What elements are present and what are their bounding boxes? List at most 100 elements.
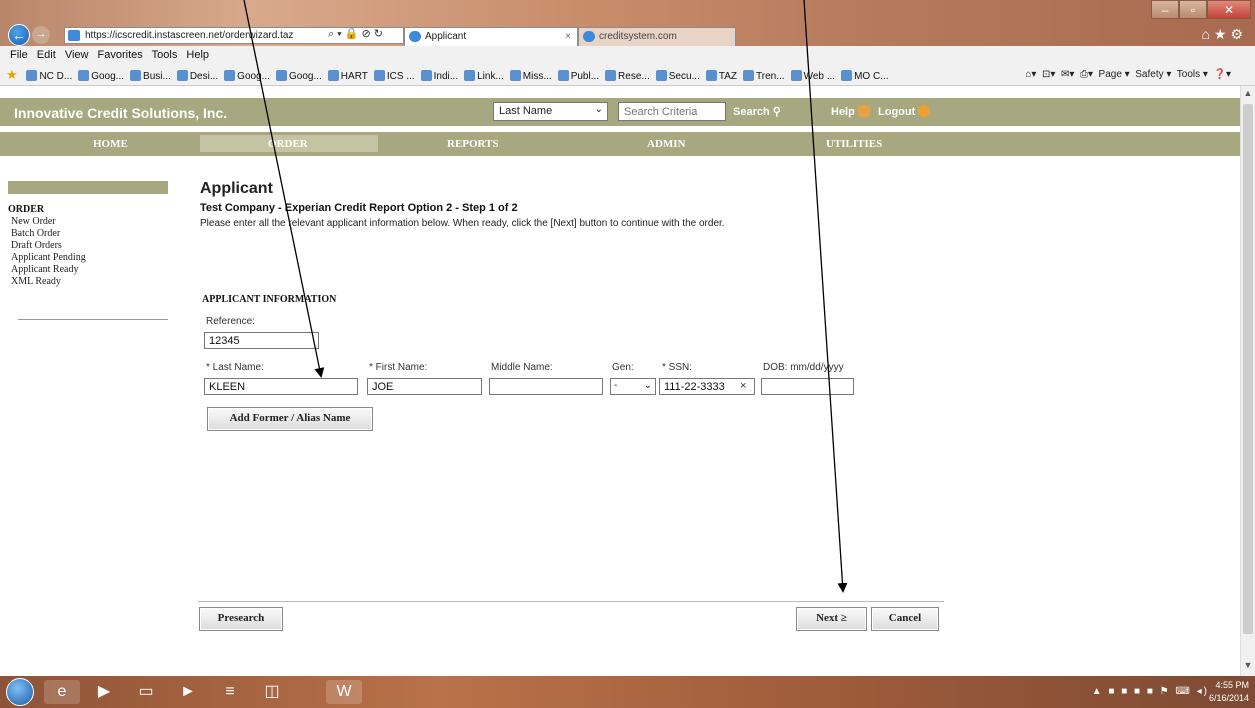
menu-favorites[interactable]: Favorites (98, 49, 143, 61)
maximize-icon[interactable]: ▫ (1179, 0, 1207, 19)
chevron-down-icon: ⌄ (643, 380, 652, 391)
favorite-link[interactable]: Desi... (176, 70, 218, 82)
reference-input[interactable] (204, 332, 319, 349)
nav-home[interactable]: HOME (93, 138, 128, 150)
menu-tools[interactable]: Tools (152, 49, 178, 61)
print-icon[interactable]: ⎙▾ (1080, 69, 1093, 80)
scroll-thumb[interactable] (1243, 104, 1253, 634)
first-name-input[interactable] (367, 378, 482, 395)
nav-reports[interactable]: REPORTS (447, 138, 499, 150)
presearch-button[interactable]: Presearch (199, 607, 283, 631)
command-bar: ⌂▾ ⊡▾ ✉▾ ⎙▾ Page ▾ Safety ▾ Tools ▾ ❓▾ (1017, 69, 1231, 80)
favorite-link[interactable]: NC D... (26, 70, 72, 82)
dob-input[interactable] (761, 378, 854, 395)
favorite-link[interactable]: ICS ... (373, 70, 415, 82)
sidebar: ORDER New Order Batch Order Draft Orders… (8, 204, 168, 288)
next-button[interactable]: Next ≥ (796, 607, 867, 631)
favorite-page-icon (176, 70, 188, 81)
sidebar-item-draft-orders[interactable]: Draft Orders (8, 240, 168, 252)
word-icon[interactable]: W (326, 680, 362, 704)
cancel-button[interactable]: Cancel (871, 607, 939, 631)
sidebar-item-applicant-pending[interactable]: Applicant Pending (8, 252, 168, 264)
favorites-star-icon[interactable]: ★ (6, 67, 18, 83)
forward-icon[interactable]: → (32, 26, 50, 44)
feeds-icon[interactable]: ⊡▾ (1042, 69, 1055, 80)
favorite-link[interactable]: TAZ (705, 70, 737, 82)
favorite-link[interactable]: Publ... (557, 70, 599, 82)
search-button[interactable]: Search ⚲ (733, 105, 781, 118)
search-field-select[interactable]: Last Name ⌄ (493, 102, 608, 121)
favorite-link[interactable]: HART (327, 70, 368, 82)
sidebar-title: ORDER (8, 204, 45, 215)
clear-icon[interactable]: × (740, 380, 746, 392)
cmd-tools[interactable]: Tools ▾ (1177, 69, 1208, 80)
system-tray-icons[interactable]: ▲ ■ ■ ■ ■ ⚑ ⌨ ◂) (1092, 686, 1209, 697)
mail-icon[interactable]: ✉▾ (1061, 69, 1074, 80)
address-url: https://icscredit.instascreen.net/orderw… (85, 30, 294, 41)
windows-taskbar: e ▶ ▭ ► ≡ ◫ W ▲ ■ ■ ■ ■ ⚑ ⌨ ◂) 4:55 PM 6… (0, 676, 1255, 708)
outlook-icon[interactable]: ◫ (254, 680, 290, 704)
nav-utilities[interactable]: UTILITIES (826, 138, 882, 150)
app-icon[interactable]: ≡ (212, 680, 248, 704)
browser-right-icons[interactable]: ⌂★⚙ (1201, 26, 1247, 43)
favorite-link[interactable]: MO C... (841, 70, 889, 82)
favorite-link[interactable]: Rese... (605, 70, 650, 82)
favorite-page-icon (464, 70, 476, 81)
sidebar-item-applicant-ready[interactable]: Applicant Ready (8, 264, 168, 276)
favorite-link[interactable]: Goog... (224, 70, 270, 82)
help-circle-icon[interactable]: ❓▾ (1214, 69, 1231, 80)
favorite-page-icon (78, 70, 90, 81)
media-player-icon[interactable]: ► (170, 680, 206, 704)
favorite-page-icon (655, 70, 667, 81)
sidebar-item-batch-order[interactable]: Batch Order (8, 228, 168, 240)
menu-edit[interactable]: Edit (37, 49, 56, 61)
menu-file[interactable]: File (10, 49, 28, 61)
help-link[interactable]: Help (831, 105, 870, 118)
add-alias-button[interactable]: Add Former / Alias Name (207, 407, 373, 431)
cmd-safety[interactable]: Safety ▾ (1135, 69, 1171, 80)
main-content: Applicant Test Company - Experian Credit… (200, 180, 944, 229)
site-favicon-icon (68, 30, 80, 41)
favorite-link[interactable]: Goog... (275, 70, 322, 82)
media-icon[interactable]: ▶ (86, 680, 122, 704)
favorite-page-icon (509, 70, 521, 81)
logout-link[interactable]: Logout (878, 105, 931, 118)
scroll-down-icon[interactable]: ▼ (1241, 660, 1255, 674)
home-icon[interactable]: ⌂▾ (1025, 69, 1036, 80)
menu-view[interactable]: View (65, 49, 89, 61)
clock[interactable]: 4:55 PM 6/16/2014 (1209, 679, 1249, 705)
close-icon[interactable]: ✕ (1207, 0, 1251, 19)
back-icon[interactable]: ← (8, 24, 30, 46)
ie-icon[interactable]: e (44, 680, 80, 704)
page-title: Applicant (200, 180, 273, 197)
address-tools[interactable]: ⌕▾🔒⊘↻ (328, 27, 386, 41)
tab-applicant[interactable]: Applicant × (404, 27, 578, 46)
magnifier-icon: ⚲ (769, 106, 781, 118)
minimize-icon[interactable]: – (1151, 0, 1179, 19)
favorite-link[interactable]: Indi... (420, 70, 458, 82)
menu-help[interactable]: Help (186, 49, 209, 61)
search-input[interactable] (618, 102, 726, 121)
favorite-link[interactable]: Goog... (78, 70, 124, 82)
favorite-link[interactable]: Busi... (130, 70, 171, 82)
favorite-link[interactable]: Secu... (655, 70, 700, 82)
scroll-up-icon[interactable]: ▲ (1241, 88, 1255, 102)
nav-admin[interactable]: ADMIN (647, 138, 686, 150)
favorite-page-icon (605, 70, 617, 81)
favorite-link[interactable]: Web ... (790, 70, 835, 82)
sidebar-item-new-order[interactable]: New Order (8, 216, 168, 228)
nav-order[interactable]: ORDER (268, 138, 308, 150)
tab-close-icon[interactable]: × (565, 31, 571, 42)
tab-creditsystem[interactable]: creditsystem.com (578, 27, 736, 46)
favorite-link[interactable]: Tren... (743, 70, 785, 82)
favorite-link[interactable]: Link... (464, 70, 504, 82)
middle-name-input[interactable] (489, 378, 603, 395)
sidebar-item-xml-ready[interactable]: XML Ready (8, 276, 168, 288)
vertical-scrollbar[interactable]: ▲ ▼ (1240, 86, 1255, 676)
favorite-link[interactable]: Miss... (509, 70, 552, 82)
last-name-input[interactable] (204, 378, 358, 395)
gen-select[interactable]: - ⌄ (610, 378, 656, 395)
folder-icon[interactable]: ▭ (128, 680, 164, 704)
start-icon[interactable] (6, 678, 34, 706)
cmd-page[interactable]: Page ▾ (1099, 69, 1130, 80)
